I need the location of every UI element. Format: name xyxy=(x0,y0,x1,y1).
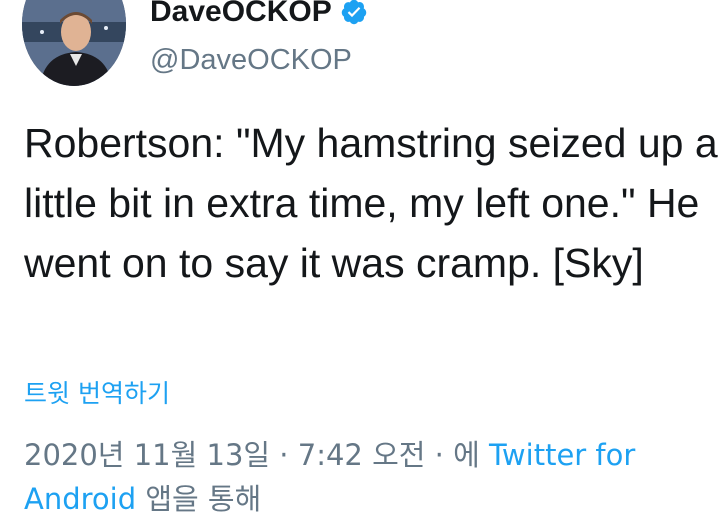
tweet-date[interactable]: 2020년 11월 13일 xyxy=(24,438,270,472)
display-name[interactable]: DaveOCKOP xyxy=(150,0,368,30)
separator: · xyxy=(270,438,298,472)
tweet-metadata: 2020년 11월 13일 · 7:42 오전 · 에 Twitter for … xyxy=(24,433,714,521)
display-name-text: DaveOCKOP xyxy=(150,0,332,28)
verified-badge-icon xyxy=(340,0,368,26)
via-prefix: 에 xyxy=(453,438,490,472)
tweet-time[interactable]: 7:42 오전 xyxy=(298,438,426,472)
tweet-text: Robertson: "My hamstring seized up a lit… xyxy=(24,120,718,286)
via-suffix: 앱을 통해 xyxy=(136,482,262,516)
avatar[interactable] xyxy=(22,0,126,86)
user-handle[interactable]: @DaveOCKOP xyxy=(150,42,352,78)
user-avatar-photo xyxy=(22,0,126,86)
separator: · xyxy=(425,438,454,472)
translate-tweet-link[interactable]: 트윗 번역하기 xyxy=(24,378,170,410)
